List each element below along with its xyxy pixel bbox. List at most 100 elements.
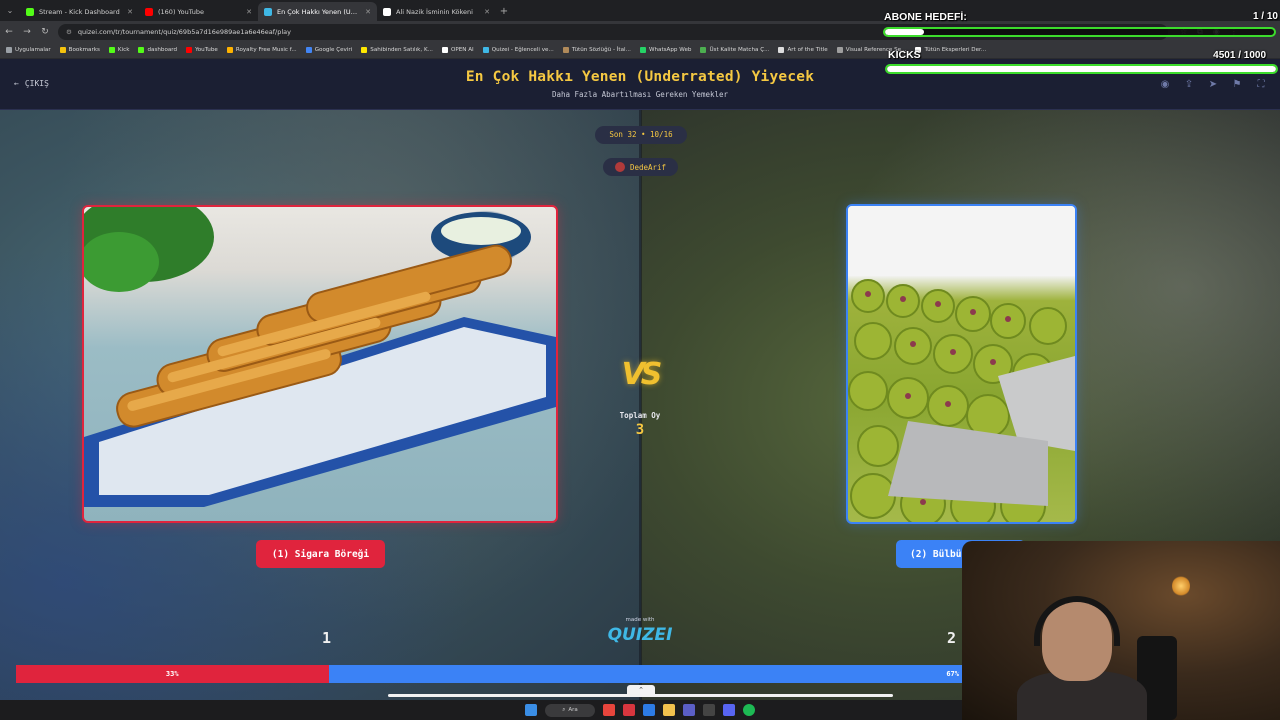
app-icon[interactable] — [683, 704, 695, 716]
vote-progress-bar: 33% 67% — [16, 665, 963, 683]
browser-tab[interactable]: (160) YouTube ✕ — [139, 2, 258, 21]
username: DedeArif — [629, 162, 667, 172]
page-icon — [836, 47, 843, 53]
round-indicator: Son 32 • 10/16 — [595, 126, 687, 144]
close-icon[interactable]: ✕ — [484, 8, 490, 16]
spotify-icon[interactable] — [743, 704, 755, 716]
bookmark-item[interactable]: dashboard — [138, 47, 177, 53]
app-icon[interactable] — [703, 704, 715, 716]
back-arrow-icon[interactable]: ← — [0, 21, 18, 42]
music-icon — [226, 47, 233, 53]
chrome-icon[interactable] — [603, 704, 615, 716]
tab-search-icon[interactable]: ⌄ — [0, 0, 20, 21]
page-icon — [562, 47, 569, 53]
vs-badge: VS — [621, 357, 663, 392]
kick-favicon-icon — [26, 7, 34, 16]
bookmark-item[interactable]: Üst Kalite Matcha Ç... — [700, 47, 769, 53]
quizei-favicon-icon — [264, 7, 272, 16]
bookmark-item[interactable]: Google Çeviri — [305, 47, 352, 53]
matcha-icon — [700, 47, 707, 53]
sub-goal-fill — [885, 29, 924, 35]
bookmark-item[interactable]: Uygulamalar — [6, 47, 51, 53]
kick-icon — [138, 47, 145, 53]
apps-icon — [6, 47, 12, 53]
bookmark-item[interactable]: Kick — [108, 47, 129, 53]
sub-goal-label: ABONE HEDEFİ: — [884, 11, 967, 23]
left-vote-percent: 33% — [16, 665, 329, 683]
quiz-subtitle: Daha Fazla Abartılması Gereken Yemekler — [551, 90, 729, 99]
app-icon[interactable] — [643, 704, 655, 716]
sigara-boregi-image — [84, 207, 556, 507]
send-icon[interactable]: ➤ — [1206, 78, 1220, 92]
right-vote-percent: 67% — [328, 665, 963, 683]
bookmark-item[interactable]: Royalty Free Music f... — [226, 47, 297, 53]
tab-title: Ali Nazik İsminin Kökeni — [396, 7, 473, 16]
bookmarks-bar: Uygulamalar Bookmarks Kick dashboard You… — [0, 42, 1280, 59]
eye-icon[interactable]: ◉ — [1158, 78, 1172, 92]
total-votes-label: Toplam Oy — [619, 411, 661, 420]
kicks-goal-progress-bar — [885, 64, 1278, 74]
windows-start-icon[interactable] — [525, 704, 537, 716]
kick-icon — [108, 47, 115, 53]
bookmark-item[interactable]: Art of the Title — [778, 47, 828, 53]
youtube-icon — [186, 47, 193, 53]
browser-tab-active[interactable]: En Çok Hakkı Yenen (Underrated) ✕ — [258, 2, 377, 21]
bookmark-item[interactable]: Quizei - Eğlenceli ve... — [482, 47, 554, 53]
header-actions: ◉ ⇪ ➤ ⚑ ⛶ — [1158, 78, 1268, 92]
folder-icon[interactable] — [663, 704, 675, 716]
browser-tab-strip: ⌄ Stream - Kick Dashboard ✕ (160) YouTub… — [0, 0, 1280, 21]
translate-icon — [305, 47, 312, 53]
bookmark-item[interactable]: Tütün Eksperleri Der... — [915, 47, 986, 53]
headset — [1034, 596, 1120, 646]
quizei-logo[interactable]: QUIZEI — [600, 625, 680, 645]
close-icon[interactable]: ✕ — [127, 8, 133, 16]
taskbar-search[interactable]: ⌕ Ara — [545, 703, 595, 717]
fullscreen-icon[interactable]: ⛶ — [1254, 78, 1268, 92]
vote-left-button[interactable]: (1) Sigara Böreği — [256, 540, 385, 568]
kicks-goal-fill — [887, 66, 1276, 72]
sahibinden-icon — [361, 47, 368, 53]
page-favicon-icon — [383, 7, 391, 16]
tab-title: En Çok Hakkı Yenen (Underrated) — [277, 7, 361, 16]
right-vote-count: 2 — [947, 629, 957, 647]
search-icon: ⌕ — [562, 706, 566, 713]
site-info-icon[interactable]: ⚙ — [66, 28, 72, 36]
page-icon — [778, 47, 785, 53]
bookmark-item[interactable]: OPEN AI — [441, 47, 474, 53]
youtube-favicon-icon — [145, 7, 153, 16]
kicks-goal-label: KICKS — [888, 49, 921, 61]
kicks-goal-count: 4501 / 1000 — [1213, 50, 1266, 61]
new-tab-button[interactable]: + — [496, 2, 512, 21]
tab-title: Stream - Kick Dashboard — [39, 7, 120, 16]
star-icon — [59, 47, 66, 53]
browser-tab[interactable]: Ali Nazik İsminin Kökeni ✕ — [377, 2, 496, 21]
sub-goal-count: 1 / 10 — [1252, 11, 1278, 22]
bulbul-yuvasi-image — [848, 206, 1075, 522]
whatsapp-icon — [639, 47, 646, 53]
left-choice-card[interactable] — [82, 205, 558, 523]
app-icon[interactable] — [623, 704, 635, 716]
bookmark-item[interactable]: Bookmarks — [59, 47, 100, 53]
bookmark-item[interactable]: Tütün Sözlüğü - İtal... — [562, 47, 631, 53]
flag-icon[interactable]: ⚑ — [1230, 78, 1244, 92]
close-icon[interactable]: ✕ — [246, 8, 252, 16]
tab-title: (160) YouTube — [158, 7, 204, 16]
streamer-webcam — [962, 541, 1280, 720]
discord-icon[interactable] — [723, 704, 735, 716]
chevron-up-icon[interactable]: ⌃ — [627, 685, 655, 696]
browser-tab[interactable]: Stream - Kick Dashboard ✕ — [20, 2, 139, 21]
center-divider — [639, 110, 642, 700]
share-icon[interactable]: ⇪ — [1182, 78, 1196, 92]
bookmark-item[interactable]: Sahibinden Satılık, K... — [361, 47, 433, 53]
bookmark-item[interactable]: WhatsApp Web — [639, 47, 691, 53]
right-choice-card[interactable] — [846, 204, 1077, 524]
forward-arrow-icon[interactable]: → — [18, 21, 36, 42]
quizei-icon — [482, 47, 489, 53]
total-votes-value: 3 — [635, 422, 645, 438]
bookmark-item[interactable]: YouTube — [186, 47, 218, 53]
openai-icon — [441, 47, 448, 53]
close-icon[interactable]: ✕ — [365, 8, 371, 16]
reload-icon[interactable]: ↻ — [36, 21, 54, 42]
user-badge: DedeArif — [603, 158, 678, 176]
made-with-label: made with — [625, 617, 655, 623]
